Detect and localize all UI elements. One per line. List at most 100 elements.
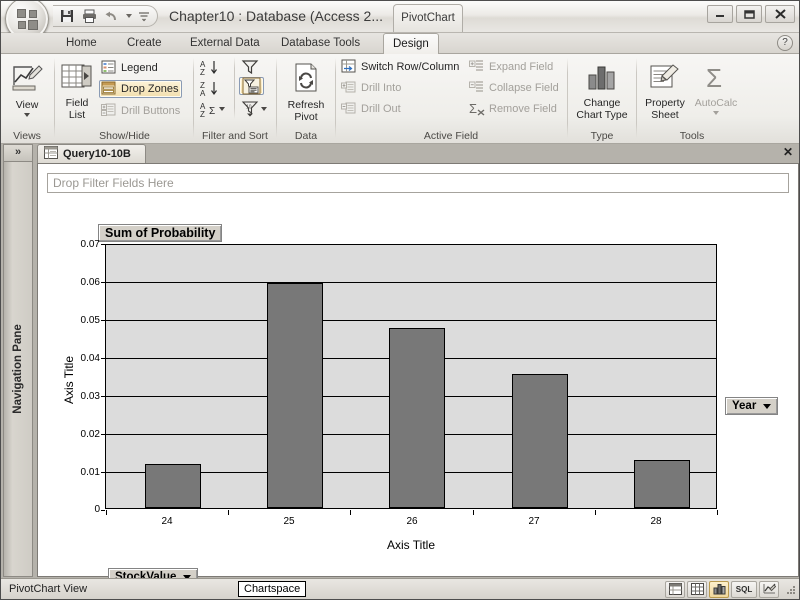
change-chart-type-button[interactable]: Change Chart Type: [572, 59, 632, 121]
drill-into-label: Drill Into: [361, 82, 402, 94]
group-label-filter-and-sort: Filter and Sort: [202, 130, 268, 142]
chartspace[interactable]: Drop Filter Fields Here Sum of Probabili…: [37, 163, 799, 586]
drill-out-button: Drill Out: [341, 100, 401, 118]
legend-label: Legend: [121, 62, 158, 74]
group-label-type: Type: [590, 130, 614, 142]
ytick-label-2: 0.05: [80, 315, 100, 326]
sort-ascending-button[interactable]: AZ: [199, 58, 217, 77]
top10-filter-button[interactable]: 10: [241, 100, 267, 118]
ribbon-group-views: View Views: [1, 55, 53, 143]
ytick-mark: [101, 396, 105, 397]
ribbon-group-data: Refresh Pivot Data: [278, 55, 334, 143]
bar-28[interactable]: [634, 460, 690, 508]
drill-buttons-button: Drill Buttons: [101, 102, 180, 120]
datasheet-view-icon: [668, 582, 682, 597]
drop-zones-icon: [101, 81, 117, 97]
close-document-icon[interactable]: ✕: [781, 146, 795, 160]
close-button[interactable]: [765, 5, 795, 23]
tab-database-tools[interactable]: Database Tools: [272, 34, 369, 54]
tab-design[interactable]: Design: [383, 33, 439, 55]
chevron-down-icon[interactable]: [24, 113, 30, 117]
property-sheet-icon: [638, 63, 692, 94]
ytick-label-1: 0.06: [80, 277, 100, 288]
group-separator: [567, 58, 568, 138]
field-list-button[interactable]: Field List: [57, 59, 97, 121]
remove-field-button: Σ Remove Field: [469, 100, 557, 118]
expand-field-icon: [469, 59, 485, 75]
drop-zones-button[interactable]: Drop Zones: [99, 80, 183, 98]
design-view-icon: [763, 583, 776, 597]
drill-buttons-icon: [101, 103, 117, 119]
xtick-mark: [106, 510, 107, 515]
status-view-label: PivotChart View: [9, 583, 88, 595]
document-area: » Navigation Pane Query10-10B ✕ Drop Fil…: [1, 144, 799, 586]
filter-funnel-button[interactable]: [241, 58, 259, 76]
collapse-field-icon: [469, 80, 485, 96]
undo-icon[interactable]: [101, 7, 121, 25]
ytick-label-6: 0.01: [80, 467, 100, 478]
resize-grip-icon[interactable]: [784, 583, 798, 597]
datasheet-view-button[interactable]: [665, 581, 685, 598]
status-bar: PivotChart View Chartspace SQL: [1, 578, 799, 599]
pivottable-view-icon: [690, 582, 704, 597]
bar-24[interactable]: [145, 464, 201, 508]
expand-navigation-pane-button[interactable]: »: [3, 144, 33, 161]
property-sheet-button[interactable]: Property Sheet: [638, 59, 692, 121]
y-axis-title[interactable]: Axis Title: [62, 356, 76, 404]
change-chart-type-label: Change Chart Type: [576, 97, 628, 121]
series-field-button[interactable]: Year: [725, 397, 779, 415]
change-chart-type-icon: [572, 63, 632, 94]
pivottable-view-button[interactable]: [687, 581, 707, 598]
switch-row-column-button[interactable]: Switch Row/Column: [341, 58, 459, 76]
sql-view-button[interactable]: SQL: [731, 581, 757, 598]
view-button[interactable]: View: [1, 59, 55, 117]
filter-drop-zone[interactable]: Drop Filter Fields Here: [47, 173, 789, 193]
sort-descending-button[interactable]: ZA: [199, 79, 217, 98]
minimize-button[interactable]: [707, 5, 733, 23]
chevron-down-icon: [713, 111, 719, 115]
document-tab-query10-10b[interactable]: Query10-10B: [37, 144, 146, 163]
pivotchart-view-button[interactable]: [709, 581, 729, 598]
customize-qat-icon[interactable]: [137, 7, 151, 25]
design-view-button[interactable]: [759, 581, 779, 598]
autocalc-sort-button[interactable]: AZΣ: [199, 100, 225, 119]
bar-27[interactable]: [512, 374, 568, 508]
xtick-mark: [473, 510, 474, 515]
data-field-button[interactable]: Sum of Probability: [98, 224, 223, 242]
maximize-button[interactable]: [736, 5, 762, 23]
group-separator: [636, 58, 637, 138]
bar-26[interactable]: [389, 328, 445, 508]
view-shortcut-buttons: SQL: [665, 581, 779, 598]
print-icon[interactable]: [79, 7, 99, 25]
xtick-mark: [595, 510, 596, 515]
save-icon[interactable]: [57, 7, 77, 25]
x-axis-title[interactable]: Axis Title: [105, 538, 717, 552]
group-separator: [54, 58, 55, 138]
refresh-pivot-button[interactable]: Refresh Pivot: [278, 59, 334, 123]
access-application-window: Chapter10 : Database (Access 2... PivotC…: [0, 0, 800, 600]
pivotchart-view-icon: [713, 583, 726, 597]
navigation-pane[interactable]: Navigation Pane: [3, 161, 33, 577]
tab-external-data[interactable]: External Data: [181, 34, 269, 54]
undo-dropdown-icon[interactable]: [123, 7, 135, 25]
bar-25[interactable]: [267, 283, 323, 508]
svg-text:Σ: Σ: [469, 101, 477, 116]
help-icon[interactable]: ?: [777, 35, 793, 51]
drill-buttons-label: Drill Buttons: [121, 105, 181, 117]
drill-into-icon: [341, 80, 357, 96]
filter-funnel-icon: [241, 59, 259, 75]
drill-out-icon: [341, 101, 357, 117]
tab-create[interactable]: Create: [118, 34, 171, 54]
chevron-down-icon[interactable]: [763, 403, 772, 409]
plot-area[interactable]: [105, 244, 717, 509]
group-separator: [335, 58, 336, 138]
remove-field-label: Remove Field: [489, 103, 557, 115]
xtick-label-26: 26: [406, 516, 418, 527]
tab-home[interactable]: Home: [57, 34, 106, 54]
ribbon: View Views Field List Legend Drop Zones …: [1, 54, 799, 144]
filter-by-selection-button[interactable]: [239, 77, 264, 95]
filter-by-selection-icon: [242, 77, 261, 95]
chevron-down-icon[interactable]: [261, 107, 267, 111]
legend-button[interactable]: Legend: [101, 59, 158, 77]
group-label-show-hide: Show/Hide: [99, 130, 150, 142]
